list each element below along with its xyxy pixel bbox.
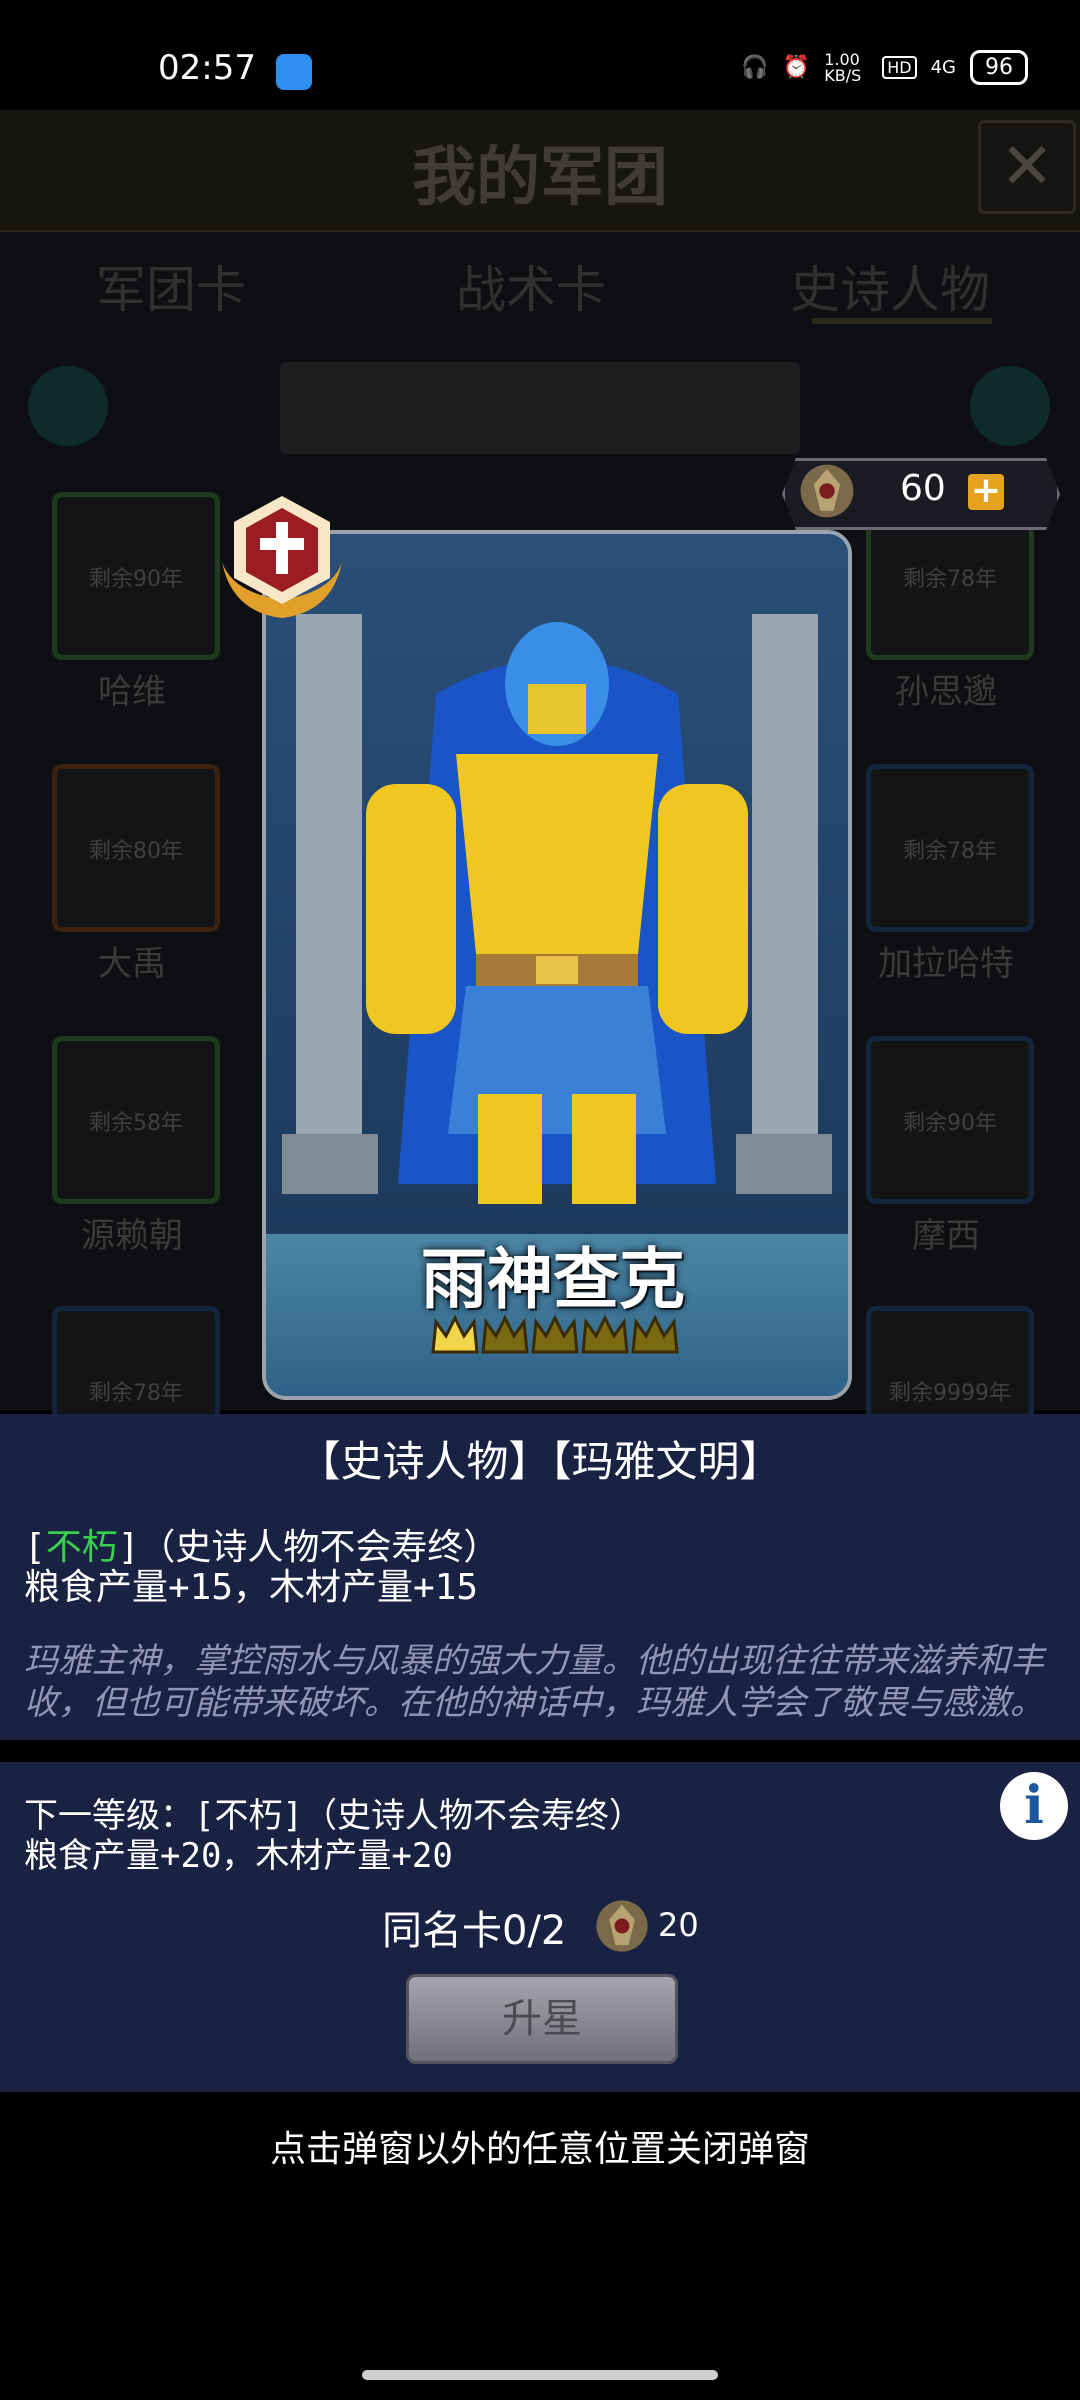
effect-line: 粮食产量+15，木材产量+15	[24, 1567, 479, 1608]
currency-amount: 60	[900, 468, 946, 509]
upgrade-star-button[interactable]: 升星	[406, 1974, 678, 2064]
bg-card-name: 摩西	[912, 1216, 980, 1256]
alarm-icon: ⏰	[782, 55, 811, 80]
bg-tab-underline	[812, 318, 992, 324]
close-hint: 点击弹窗以外的任意位置关闭弹窗	[269, 2129, 810, 2170]
rank-badge-icon	[222, 496, 342, 618]
next-level-effect: 粮食产量+20，木材产量+20	[24, 1836, 453, 1876]
bg-card: 剩余90年	[52, 492, 220, 660]
bg-search-field	[280, 362, 800, 454]
crown-icon-empty	[481, 1314, 529, 1354]
crown-icon-empty	[531, 1314, 579, 1354]
bg-card: 剩余78年	[866, 764, 1034, 932]
home-indicator[interactable]	[362, 2370, 718, 2380]
card-artwork	[266, 534, 848, 1234]
legion-emblem-icon	[596, 1900, 648, 1952]
bg-card: 剩余58年	[52, 1036, 220, 1204]
bg-card-name: 哈维	[98, 672, 166, 712]
bg-tab-legion-cards: 军团卡	[96, 261, 246, 319]
card-description: 玛雅主神，掌控雨水与风暴的强大力量。他的出现往往带来滋养和丰收，但也可能带来破坏…	[24, 1641, 1044, 1723]
bg-card-name: 大禹	[98, 944, 166, 984]
bg-filter-icon	[970, 366, 1050, 446]
bg-card: 剩余90年	[866, 1036, 1034, 1204]
bg-close-icon: ✕	[978, 120, 1076, 214]
upgrade-cost: 20	[658, 1906, 699, 1944]
bg-tab-epic-characters: 史诗人物	[790, 261, 990, 319]
crown-icon-filled	[431, 1314, 479, 1354]
status-icons: 🎧 ⏰ 1.00 KB/S HD 4G 96	[741, 50, 1028, 85]
add-currency-button[interactable]: +	[968, 473, 1004, 510]
headphone-icon: 🎧	[741, 55, 769, 80]
status-time: 02:57	[158, 48, 256, 88]
star-rating	[430, 1312, 680, 1360]
bg-card-name: 源赖朝	[81, 1216, 183, 1256]
crown-icon-empty	[631, 1314, 679, 1354]
weather-icon	[276, 54, 312, 90]
crown-icon-empty	[581, 1314, 629, 1354]
bg-card-name: 孙思邈	[895, 672, 997, 712]
bg-list-icon	[28, 366, 108, 446]
battery-icon: 96	[970, 50, 1028, 85]
bg-card: 剩余80年	[52, 764, 220, 932]
bg-tab-tactic-cards: 战术卡	[456, 261, 606, 319]
info-icon[interactable]: i	[1000, 1772, 1068, 1840]
signal-icon: 4G	[930, 57, 956, 78]
same-card-count: 同名卡0/2	[382, 1908, 567, 1954]
hd-icon: HD	[882, 56, 917, 79]
card-name: 雨神查克	[421, 1241, 685, 1318]
legion-emblem-icon	[800, 464, 854, 518]
bg-card-name: 加拉哈特	[878, 944, 1014, 984]
card-tags: 【史诗人物】【玛雅文明】	[298, 1437, 782, 1486]
bg-page-title: 我的军团	[412, 141, 668, 215]
net-speed: 1.00 KB/S	[824, 49, 862, 85]
